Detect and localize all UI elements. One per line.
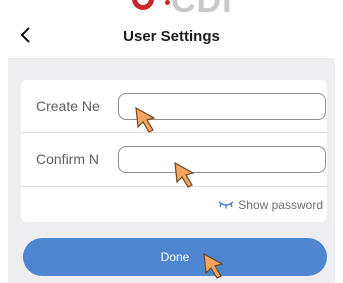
brand-logo: CDI bbox=[125, 0, 235, 22]
pointer-cursor-icon bbox=[174, 161, 195, 188]
done-button[interactable]: Done bbox=[23, 238, 327, 276]
create-password-label: Create Ne bbox=[36, 98, 100, 114]
header: CDI User Settings bbox=[8, 0, 335, 58]
show-password-label: Show password bbox=[238, 198, 323, 212]
pointer-cursor-icon bbox=[135, 106, 156, 133]
password-form-card: Create Ne Confirm N Show password bbox=[21, 80, 327, 222]
pointer-cursor-icon bbox=[203, 252, 224, 279]
create-password-row: Create Ne bbox=[21, 80, 327, 132]
settings-screen: CDI User Settings Create Ne Confirm N Sh… bbox=[8, 0, 335, 283]
closed-eye-icon bbox=[218, 201, 234, 209]
confirm-password-input[interactable] bbox=[118, 146, 326, 173]
show-password-toggle[interactable]: Show password bbox=[218, 198, 323, 212]
confirm-password-label: Confirm N bbox=[36, 151, 100, 167]
page-title: User Settings bbox=[123, 28, 220, 45]
